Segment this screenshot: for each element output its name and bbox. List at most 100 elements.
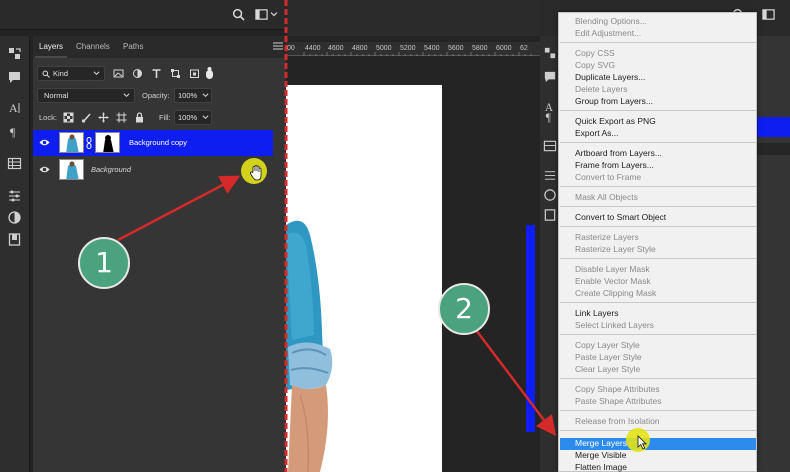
- menu-item-artboard-from-layers[interactable]: Artboard from Layers...: [575, 148, 662, 158]
- menu-item-edit-adjustment[interactable]: Edit Adjustment...: [575, 28, 641, 38]
- menu-item-blending-options[interactable]: Blending Options...: [575, 16, 647, 26]
- menu-separator: [560, 378, 756, 379]
- color-circle-icon[interactable]: [7, 210, 22, 225]
- ruler-label: 5400: [424, 45, 440, 52]
- smart-object-filter-icon[interactable]: [189, 68, 200, 79]
- chevron-down-icon[interactable]: [270, 8, 278, 21]
- lock-position-icon[interactable]: [98, 112, 109, 123]
- layer-context-menu: Blending Options... Edit Adjustment... C…: [558, 12, 757, 472]
- menu-separator: [560, 206, 756, 207]
- filter-toggle-icon[interactable]: [205, 66, 214, 80]
- canvas-scroll-indicator: [526, 225, 535, 432]
- document-image[interactable]: [286, 85, 442, 472]
- history-brush-icon[interactable]: [7, 46, 22, 61]
- tab-channels[interactable]: Channels: [76, 42, 110, 51]
- menu-item-rasterize-layers[interactable]: Rasterize Layers: [575, 232, 639, 242]
- color-circle-icon[interactable]: [543, 188, 557, 202]
- menu-item-paste-layer-style[interactable]: Paste Layer Style: [575, 352, 642, 362]
- history-brush-icon[interactable]: [543, 46, 557, 60]
- lock-artboard-icon[interactable]: [116, 112, 127, 123]
- table-icon[interactable]: [543, 139, 557, 153]
- menu-item-create-clipping-mask[interactable]: Create Clipping Mask: [575, 288, 656, 298]
- layer-thumbnail[interactable]: [59, 132, 84, 153]
- menu-item-convert-to-frame[interactable]: Convert to Frame: [575, 172, 641, 182]
- visibility-eye-icon[interactable]: [39, 165, 50, 174]
- tab-paths[interactable]: Paths: [123, 42, 143, 51]
- search-icon[interactable]: [232, 8, 245, 21]
- pixel-layer-filter-icon[interactable]: [113, 68, 124, 79]
- workspace-icon[interactable]: [255, 8, 268, 21]
- menu-item-delete-layers[interactable]: Delete Layers: [575, 84, 627, 94]
- libraries-icon[interactable]: [7, 232, 22, 247]
- chevron-down-icon[interactable]: [202, 114, 209, 121]
- comment-icon[interactable]: [543, 70, 557, 84]
- table-icon[interactable]: [7, 156, 22, 171]
- panel-menu-icon[interactable]: [273, 42, 283, 50]
- mask-link-icon[interactable]: [86, 137, 92, 149]
- top-bar-left: [0, 0, 286, 30]
- menu-item-disable-layer-mask[interactable]: Disable Layer Mask: [575, 264, 650, 274]
- layer-row-background[interactable]: Background: [33, 157, 273, 183]
- comment-icon[interactable]: [7, 70, 22, 85]
- horizontal-ruler: 00 4400 4600 4800 5000 5200 5400 5600 58…: [286, 42, 540, 56]
- layer-name[interactable]: Background copy: [129, 138, 187, 147]
- menu-item-group-from-layers[interactable]: Group from Layers...: [575, 96, 653, 106]
- menu-item-merge-layers[interactable]: Merge Layers: [575, 438, 627, 448]
- adjustment-layer-filter-icon[interactable]: [132, 68, 143, 79]
- menu-item-quick-export-png[interactable]: Quick Export as PNG: [575, 116, 656, 126]
- menu-item-convert-to-smart-object[interactable]: Convert to Smart Object: [575, 212, 666, 222]
- menu-item-copy-shape-attributes[interactable]: Copy Shape Attributes: [575, 384, 660, 394]
- libraries-icon[interactable]: [543, 208, 557, 222]
- character-icon[interactable]: A: [7, 100, 22, 115]
- arrow-cursor-icon: [637, 435, 647, 450]
- paragraph-icon[interactable]: ¶: [7, 124, 22, 139]
- lock-all-icon[interactable]: [134, 112, 145, 123]
- layer-mask-thumbnail[interactable]: [95, 132, 120, 153]
- menu-item-duplicate-layers[interactable]: Duplicate Layers...: [575, 72, 645, 82]
- menu-item-release-from-isolation[interactable]: Release from Isolation: [575, 416, 660, 426]
- selected-layer-row-edge: [756, 117, 790, 137]
- menu-item-export-as[interactable]: Export As...: [575, 128, 618, 138]
- visibility-eye-icon[interactable]: [39, 138, 50, 147]
- layer-thumbnail[interactable]: [59, 159, 84, 180]
- lock-image-pixels-icon[interactable]: [81, 112, 92, 123]
- workspace-icon[interactable]: [762, 8, 775, 21]
- menu-item-merge-visible[interactable]: Merge Visible: [575, 450, 626, 460]
- ruler-label: 4800: [352, 45, 368, 52]
- menu-item-select-linked-layers[interactable]: Select Linked Layers: [575, 320, 654, 330]
- paragraph-icon[interactable]: ¶: [543, 110, 557, 124]
- panel-icon-strip-right: A ¶: [540, 36, 560, 472]
- menu-item-rasterize-layer-style[interactable]: Rasterize Layer Style: [575, 244, 656, 254]
- step-badge-1: 1: [78, 237, 130, 289]
- lock-transparent-pixels-icon[interactable]: [63, 112, 74, 123]
- menu-item-copy-layer-style[interactable]: Copy Layer Style: [575, 340, 640, 350]
- menu-item-paste-shape-attributes[interactable]: Paste Shape Attributes: [575, 396, 661, 406]
- menu-item-clear-layer-style[interactable]: Clear Layer Style: [575, 364, 640, 374]
- shape-layer-filter-icon[interactable]: [170, 68, 181, 79]
- type-layer-filter-icon[interactable]: [151, 68, 162, 79]
- filter-kind-select[interactable]: Kind: [37, 66, 105, 81]
- blend-mode-select[interactable]: Normal: [37, 88, 135, 103]
- menu-item-copy-svg[interactable]: Copy SVG: [575, 60, 615, 70]
- layer-row-background-copy[interactable]: Background copy: [33, 130, 273, 156]
- opacity-field[interactable]: 100%: [174, 88, 212, 103]
- menu-item-frame-from-layers[interactable]: Frame from Layers...: [575, 160, 654, 170]
- menu-item-enable-vector-mask[interactable]: Enable Vector Mask: [575, 276, 651, 286]
- menu-item-mask-all-objects[interactable]: Mask All Objects: [575, 192, 638, 202]
- panel-tab-bar: Layers Channels Paths: [33, 36, 286, 58]
- menu-item-link-layers[interactable]: Link Layers: [575, 308, 618, 318]
- menu-item-copy-css[interactable]: Copy CSS: [575, 48, 615, 58]
- adjustments-sliders-icon[interactable]: [543, 168, 557, 182]
- layer-name[interactable]: Background: [91, 165, 131, 174]
- layer-row-edge: [756, 143, 790, 155]
- ruler-label: 5800: [472, 45, 488, 52]
- adjustments-sliders-icon[interactable]: [7, 188, 22, 203]
- ruler-label: 5600: [448, 45, 464, 52]
- menu-separator: [560, 410, 756, 411]
- tab-layers[interactable]: Layers: [39, 42, 63, 51]
- chevron-down-icon[interactable]: [202, 92, 209, 99]
- chevron-down-icon: [123, 93, 130, 98]
- menu-item-flatten-image[interactable]: Flatten Image: [575, 462, 627, 472]
- layers-panel: Layers Channels Paths Kind Normal Opacit…: [33, 36, 286, 472]
- fill-field[interactable]: 100%: [174, 110, 212, 125]
